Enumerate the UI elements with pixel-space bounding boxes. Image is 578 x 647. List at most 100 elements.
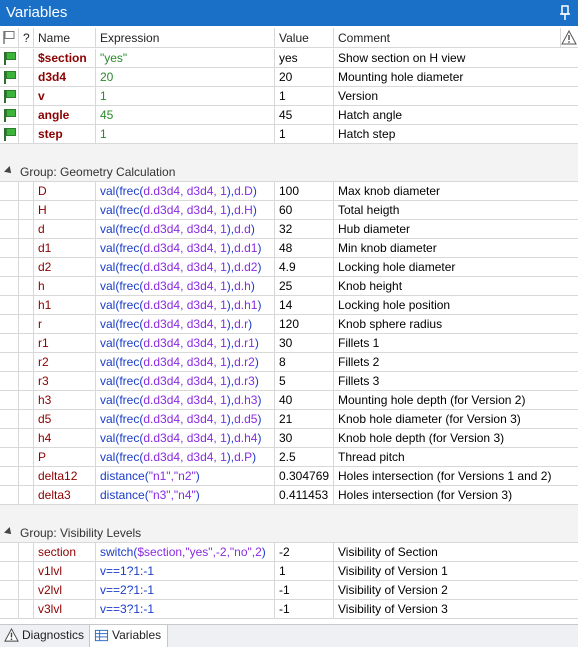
flag-cell[interactable] xyxy=(0,448,19,467)
variable-name[interactable]: H xyxy=(34,201,96,220)
comment-cell[interactable]: Mounting hole diameter xyxy=(334,68,561,87)
expression-cell[interactable]: val(frec(d.d3d4, d3d4, 1),d.r1) xyxy=(96,334,275,353)
flag-cell[interactable] xyxy=(0,49,19,68)
flag-cell[interactable] xyxy=(0,182,19,201)
collapse-caret-icon[interactable] xyxy=(4,527,14,537)
expression-cell[interactable]: val(frec(d.d3d4, d3d4, 1),d.r2) xyxy=(96,353,275,372)
comment-cell[interactable]: Fillets 1 xyxy=(334,334,561,353)
expression-cell[interactable]: v==3?1:-1 xyxy=(96,600,275,619)
expression-cell[interactable]: switch($section,"yes",-2,"no",2) xyxy=(96,543,275,562)
flag-cell[interactable] xyxy=(0,68,19,87)
expression-cell[interactable]: 1 xyxy=(96,87,275,106)
flag-cell[interactable] xyxy=(0,543,19,562)
comment-cell[interactable]: Hub diameter xyxy=(334,220,561,239)
variable-name[interactable]: r3 xyxy=(34,372,96,391)
variable-name[interactable]: d1 xyxy=(34,239,96,258)
expression-cell[interactable]: val(frec(d.d3d4, d3d4, 1),d.d5) xyxy=(96,410,275,429)
variable-name[interactable]: angle xyxy=(34,106,96,125)
table-row[interactable]: v 1 1 Version xyxy=(0,87,578,106)
comment-cell[interactable]: Knob hole depth (for Version 3) xyxy=(334,429,561,448)
variable-name[interactable]: d5 xyxy=(34,410,96,429)
table-row[interactable]: h val(frec(d.d3d4, d3d4, 1),d.h) 25 Knob he… xyxy=(0,277,578,296)
table-row[interactable]: d3d4 20 20 Mounting hole diameter xyxy=(0,68,578,87)
expression-cell[interactable]: val(frec(d.d3d4, d3d4, 1),d.h3) xyxy=(96,391,275,410)
warning-column-header[interactable] xyxy=(561,28,578,48)
variable-name[interactable]: r1 xyxy=(34,334,96,353)
flag-cell[interactable] xyxy=(0,239,19,258)
expression-cell[interactable]: val(frec(d.d3d4, d3d4, 1),d.d) xyxy=(96,220,275,239)
comment-cell[interactable]: Locking hole position xyxy=(334,296,561,315)
variable-name[interactable]: delta12 xyxy=(34,467,96,486)
variable-name[interactable]: P xyxy=(34,448,96,467)
comment-cell[interactable]: Show section on H view xyxy=(334,49,561,68)
table-row[interactable]: r1 val(frec(d.d3d4, d3d4, 1),d.r1) 30 Fille… xyxy=(0,334,578,353)
flag-cell[interactable] xyxy=(0,296,19,315)
pin-icon[interactable] xyxy=(556,4,574,22)
variable-name[interactable]: D xyxy=(34,182,96,201)
expression-cell[interactable]: val(frec(d.d3d4, d3d4, 1),d.h) xyxy=(96,277,275,296)
variable-name[interactable]: d2 xyxy=(34,258,96,277)
group-header-visibility[interactable]: Group: Visibility Levels xyxy=(0,523,578,543)
table-row[interactable]: h1 val(frec(d.d3d4, d3d4, 1),d.h1) 14 Locki… xyxy=(0,296,578,315)
variable-name[interactable]: r xyxy=(34,315,96,334)
table-row[interactable]: h3 val(frec(d.d3d4, d3d4, 1),d.h3) 40 Mount… xyxy=(0,391,578,410)
table-row[interactable]: $section "yes" yes Show section on H vie… xyxy=(0,49,578,68)
flag-cell[interactable] xyxy=(0,467,19,486)
table-row[interactable]: h4 val(frec(d.d3d4, d3d4, 1),d.h4) 30 Knob … xyxy=(0,429,578,448)
table-row[interactable]: v3lvl v==3?1:-1 -1 Visibility of Version 3 xyxy=(0,600,578,619)
table-row[interactable]: r2 val(frec(d.d3d4, d3d4, 1),d.r2) 8 Fillet… xyxy=(0,353,578,372)
variable-name[interactable]: r2 xyxy=(34,353,96,372)
variable-name[interactable]: h4 xyxy=(34,429,96,448)
expression-cell[interactable]: val(frec(d.d3d4, d3d4, 1),d.d1) xyxy=(96,239,275,258)
comment-cell[interactable]: Version xyxy=(334,87,561,106)
variable-name[interactable]: step xyxy=(34,125,96,144)
flag-cell[interactable] xyxy=(0,562,19,581)
comment-cell[interactable]: Visibility of Version 1 xyxy=(334,562,561,581)
flag-cell[interactable] xyxy=(0,391,19,410)
expression-column-header[interactable]: Expression xyxy=(96,28,275,48)
variable-name[interactable]: delta3 xyxy=(34,486,96,505)
expression-cell[interactable]: v==1?1:-1 xyxy=(96,562,275,581)
table-row[interactable]: Dval(frec(d.d3d4, d3d4, 1),d.D) 100 Max kn… xyxy=(0,182,578,201)
expression-cell[interactable]: val(frec(d.d3d4, d3d4, 1),d.r3) xyxy=(96,372,275,391)
comment-cell[interactable]: Hatch step xyxy=(334,125,561,144)
flag-cell[interactable] xyxy=(0,258,19,277)
comment-cell[interactable]: Visibility of Version 2 xyxy=(334,581,561,600)
variable-name[interactable]: v3lvl xyxy=(34,600,96,619)
comment-cell[interactable]: Holes intersection (for Version 3) xyxy=(334,486,561,505)
collapse-caret-icon[interactable] xyxy=(4,166,14,176)
table-row[interactable]: r3 val(frec(d.d3d4, d3d4, 1),d.r3) 5 Fillet… xyxy=(0,372,578,391)
comment-cell[interactable]: Locking hole diameter xyxy=(334,258,561,277)
table-row[interactable]: d5 val(frec(d.d3d4, d3d4, 1),d.d5) 21 Knob … xyxy=(0,410,578,429)
expression-cell[interactable]: val(frec(d.d3d4, d3d4, 1),d.h4) xyxy=(96,429,275,448)
flag-cell[interactable] xyxy=(0,581,19,600)
tab-diagnostics[interactable]: Diagnostics xyxy=(0,625,90,647)
comment-cell[interactable]: Mounting hole depth (for Version 2) xyxy=(334,391,561,410)
variable-name[interactable]: section xyxy=(34,543,96,562)
comment-cell[interactable]: Knob hole diameter (for Version 3) xyxy=(334,410,561,429)
expression-cell[interactable]: 45 xyxy=(96,106,275,125)
expression-cell[interactable]: distance("n3","n4") xyxy=(96,486,275,505)
flag-cell[interactable] xyxy=(0,372,19,391)
table-row[interactable]: angle 45 45 Hatch angle xyxy=(0,106,578,125)
comment-cell[interactable]: Max knob diameter xyxy=(334,182,561,201)
expression-cell[interactable]: val(frec(d.d3d4, d3d4, 1),d.h1) xyxy=(96,296,275,315)
flag-cell[interactable] xyxy=(0,410,19,429)
expression-cell[interactable]: 20 xyxy=(96,68,275,87)
flag-cell[interactable] xyxy=(0,486,19,505)
table-row[interactable]: r val(frec(d.d3d4, d3d4, 1),d.r) 120 Knob s… xyxy=(0,315,578,334)
expression-cell[interactable]: val(frec(d.d3d4, d3d4, 1),d.P) xyxy=(96,448,275,467)
flag-cell[interactable] xyxy=(0,106,19,125)
value-column-header[interactable]: Value xyxy=(275,28,334,48)
comment-column-header[interactable]: Comment xyxy=(334,28,561,48)
variable-name[interactable]: d xyxy=(34,220,96,239)
flag-cell[interactable] xyxy=(0,334,19,353)
tab-variables[interactable]: Variables xyxy=(89,625,169,647)
flag-cell[interactable] xyxy=(0,277,19,296)
expression-cell[interactable]: "yes" xyxy=(96,49,275,68)
table-row[interactable]: v1lvl v==1?1:-1 1 Visibility of Version 1 xyxy=(0,562,578,581)
expression-cell[interactable]: 1 xyxy=(96,125,275,144)
variable-name[interactable]: h1 xyxy=(34,296,96,315)
flag-cell[interactable] xyxy=(0,429,19,448)
expression-cell[interactable]: distance("n1","n2") xyxy=(96,467,275,486)
